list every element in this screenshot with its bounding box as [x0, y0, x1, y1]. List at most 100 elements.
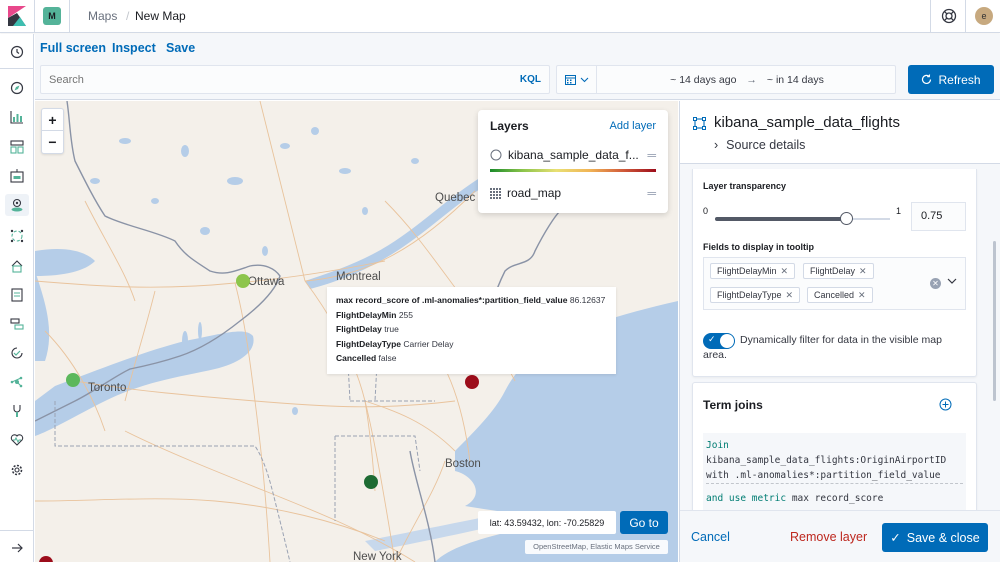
refresh-button[interactable]: Refresh	[908, 65, 994, 94]
city-label-boston: Boston	[445, 458, 481, 470]
tooltip-row: FlightDelayType Carrier Delay	[336, 337, 607, 352]
user-avatar[interactable]: e	[975, 7, 993, 25]
help-lifebuoy-icon[interactable]	[941, 8, 957, 24]
join-expression[interactable]: Join kibana_sample_data_flights:OriginAi…	[703, 433, 966, 514]
map-point-hartford[interactable]	[364, 475, 378, 489]
divider	[930, 0, 931, 33]
date-end[interactable]: ~ in 14 days	[767, 74, 824, 86]
top-header: M Maps / New Map e	[0, 0, 1000, 33]
cancel-button[interactable]: Cancel	[691, 530, 730, 544]
remove-field-icon[interactable]: ✕	[858, 290, 866, 300]
city-label-toronto: Toronto	[88, 382, 127, 394]
chevron-down-icon[interactable]	[947, 275, 957, 287]
remove-field-icon[interactable]: ✕	[786, 290, 794, 300]
add-layer-button[interactable]: Add layer	[610, 120, 656, 132]
drag-handle-icon[interactable]: ═	[647, 186, 656, 200]
switch-knob	[720, 334, 734, 348]
with-keyword: with	[706, 470, 729, 481]
date-start[interactable]: ~ 14 days ago	[670, 74, 736, 86]
arrow-right-icon[interactable]	[8, 539, 26, 557]
infrastructure-icon[interactable]	[8, 257, 26, 275]
machine-learning-icon[interactable]	[8, 227, 26, 245]
tooltip-fields-label: Fields to display in tooltip	[703, 242, 815, 252]
breadcrumb-separator: /	[126, 9, 130, 23]
clock-icon[interactable]	[8, 43, 26, 61]
apm-icon[interactable]	[8, 315, 26, 333]
inspect-link[interactable]: Inspect	[112, 41, 156, 55]
save-link[interactable]: Save	[166, 41, 195, 55]
metric-keyword: and use metric	[706, 493, 787, 504]
join-right-field[interactable]: .ml-anomalies*:partition_field_value	[735, 470, 941, 481]
join-left-field[interactable]: kibana_sample_data_flights:OriginAirport…	[706, 455, 946, 466]
map-point-toronto[interactable]	[66, 373, 80, 387]
quick-menu-button[interactable]	[557, 66, 597, 93]
divider	[69, 0, 70, 33]
map-canvas[interactable]: + − Ottawa Montreal Quebec Toronto Bosto…	[35, 101, 678, 562]
dev-tools-icon[interactable]	[8, 402, 26, 420]
tooltip-value: true	[384, 324, 399, 334]
logs-icon[interactable]	[8, 286, 26, 304]
monitoring-icon[interactable]	[8, 431, 26, 449]
map-point-ottawa[interactable]	[236, 274, 250, 288]
coordinates-input[interactable]: lat: 43.59432, lon: -70.25829	[478, 511, 616, 534]
tooltip-value: 86.12637	[569, 295, 606, 305]
layer-control: Layers Add layer kibana_sample_data_f...…	[478, 110, 668, 213]
source-details-toggle[interactable]: › Source details	[714, 138, 805, 152]
management-gear-icon[interactable]	[8, 461, 26, 479]
full-screen-link[interactable]: Full screen	[40, 41, 106, 55]
uptime-icon[interactable]	[8, 344, 26, 362]
refresh-icon	[922, 74, 932, 84]
join-metric[interactable]: max record_score	[792, 493, 884, 504]
panel-footer: Cancel Remove layer ✓ Save & close	[680, 510, 1000, 562]
refresh-label: Refresh	[938, 72, 981, 87]
drag-handle-icon[interactable]: ═	[647, 148, 656, 162]
panel-header: kibana_sample_data_flights › Source detai…	[680, 101, 1000, 164]
dynamic-filter-switch[interactable]: ✓	[703, 333, 735, 349]
panel-scrollbar[interactable]	[993, 241, 996, 401]
kql-toggle[interactable]: KQL	[520, 74, 541, 85]
slider-max: 1	[896, 206, 902, 216]
space-avatar[interactable]: M	[43, 7, 61, 25]
tooltip-row: FlightDelayMin 255	[336, 308, 607, 323]
tooltip-fields-combobox[interactable]: FlightDelayMin ✕ FlightDelay ✕ FlightDelay…	[703, 257, 966, 310]
tooltip-value: Carrier Delay	[403, 338, 454, 349]
map-attribution[interactable]: OpenStreetMap, Elastic Maps Service	[525, 540, 668, 554]
maps-icon[interactable]	[5, 194, 29, 216]
side-navigation	[0, 34, 34, 562]
tooltip-key: max record_score of .ml-anomalies*:parti…	[336, 295, 568, 305]
check-icon: ✓	[708, 334, 716, 344]
layer-item-flights[interactable]: kibana_sample_data_f... ═	[490, 147, 656, 163]
field-pill: Cancelled ✕	[807, 287, 873, 303]
tooltip-value: 255	[398, 309, 414, 320]
compass-icon[interactable]	[8, 79, 26, 97]
add-join-icon[interactable]	[939, 398, 952, 411]
remove-layer-button[interactable]: Remove layer	[790, 530, 867, 544]
clear-all-icon[interactable]: ✕	[930, 278, 941, 289]
city-label-ottawa: Ottawa	[248, 276, 285, 288]
breadcrumb-maps[interactable]: Maps	[88, 9, 117, 23]
field-pill-label: FlightDelayMin	[717, 266, 777, 276]
go-to-button[interactable]: Go to	[620, 511, 668, 534]
canvas-icon[interactable]	[8, 167, 26, 185]
transparency-input[interactable]: 0.75	[911, 202, 966, 231]
dashboard-icon[interactable]	[8, 138, 26, 156]
city-label-montreal: Montreal	[336, 271, 381, 283]
transparency-slider[interactable]	[715, 212, 890, 225]
remove-field-icon[interactable]: ✕	[781, 266, 789, 276]
field-pill-label: FlightDelayType	[717, 290, 782, 300]
graph-icon[interactable]	[8, 373, 26, 391]
save-close-button[interactable]: ✓ Save & close	[882, 523, 988, 552]
layer-item-road-map[interactable]: road_map ═	[490, 185, 656, 201]
remove-field-icon[interactable]: ✕	[859, 266, 867, 276]
layer-name: kibana_sample_data_f...	[508, 148, 639, 162]
zoom-out-button[interactable]: −	[42, 131, 63, 153]
search-input[interactable]	[41, 66, 501, 93]
join-keyword: Join	[706, 440, 729, 451]
term-joins-title: Term joins	[703, 398, 763, 412]
slider-thumb[interactable]	[840, 212, 854, 225]
visualize-icon[interactable]	[8, 108, 26, 126]
map-point-portland[interactable]	[465, 375, 479, 389]
kibana-logo[interactable]	[8, 6, 26, 26]
calendar-icon	[564, 75, 576, 85]
zoom-in-button[interactable]: +	[42, 109, 63, 131]
